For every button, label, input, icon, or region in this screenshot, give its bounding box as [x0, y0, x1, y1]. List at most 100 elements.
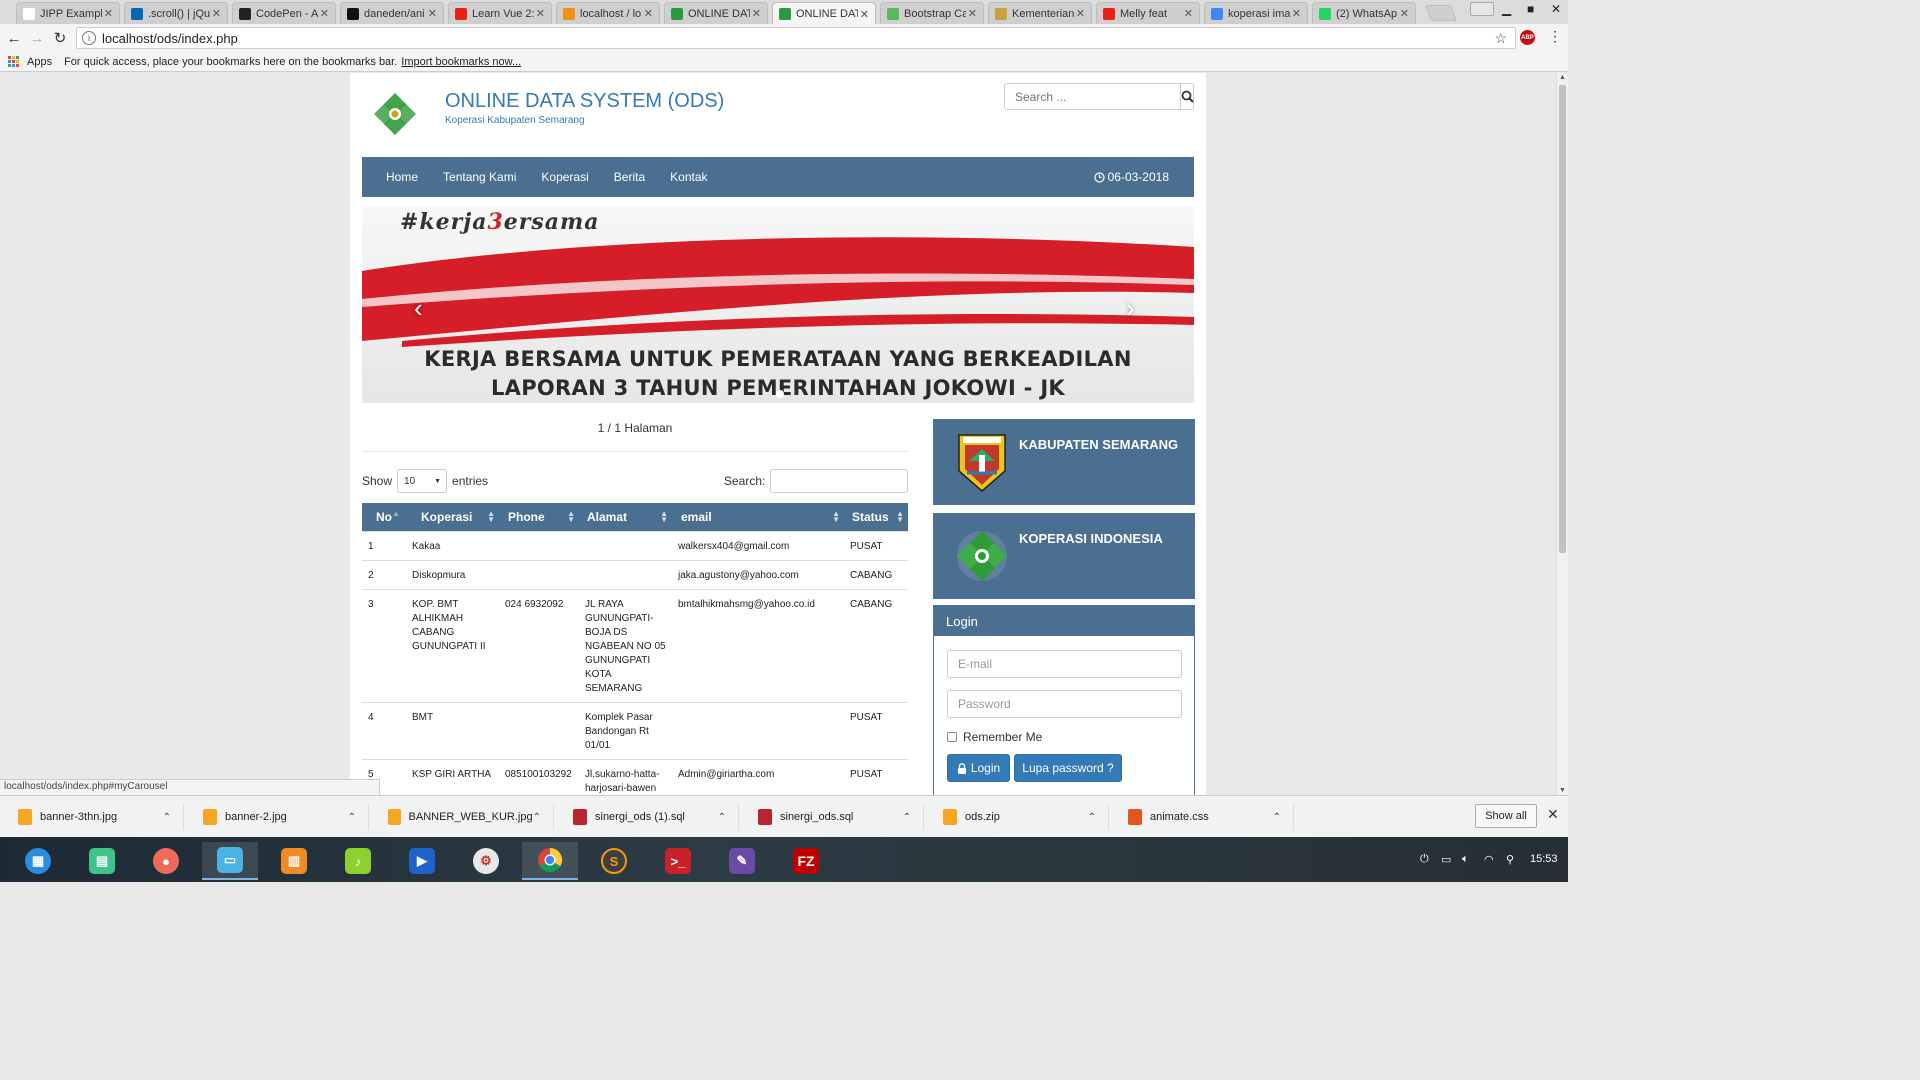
col-alamat[interactable]: Alamat ▲ ▼ — [579, 503, 672, 531]
browser-tab[interactable]: (2) WhatsAp ✕ — [1312, 2, 1416, 24]
carousel-prev-icon[interactable]: ‹ — [414, 293, 423, 324]
tab-close-icon[interactable]: ✕ — [428, 7, 437, 20]
tab-close-icon[interactable]: ✕ — [536, 7, 545, 20]
page-scrollbar[interactable]: ▲ ▼ — [1556, 73, 1568, 795]
apps-shortcut[interactable]: Apps — [27, 56, 52, 68]
scroll-up-icon[interactable]: ▲ — [1559, 74, 1566, 81]
back-icon[interactable]: ← — [4, 28, 24, 48]
email-field[interactable]: E-mail — [947, 650, 1182, 678]
table-search-input[interactable] — [770, 469, 909, 493]
browser-tab[interactable]: Kementerian ✕ — [988, 2, 1092, 24]
info-icon[interactable]: i — [82, 31, 96, 45]
chevron-up-icon[interactable]: ⌃ — [163, 812, 171, 823]
col-phone[interactable]: Phone ▲ ▼ — [499, 503, 579, 531]
download-item[interactable]: banner-2.jpg ⌃ — [185, 804, 369, 830]
import-bookmarks-link[interactable]: Import bookmarks now... — [401, 56, 521, 68]
menu-dots-icon[interactable]: ⋮ — [1548, 28, 1562, 45]
movie-app-icon[interactable]: ▶ — [394, 842, 450, 880]
nav-home[interactable]: Home — [386, 170, 418, 184]
site-search-button[interactable] — [1180, 84, 1194, 109]
tab-close-icon[interactable]: ✕ — [644, 7, 653, 20]
apps-grid-icon[interactable] — [8, 55, 20, 68]
col-email[interactable]: email ▲ ▼ — [672, 503, 844, 531]
browser-tab[interactable]: localhost / lo ✕ — [556, 2, 660, 24]
browser-tab[interactable]: JIPP Example✕ — [16, 2, 120, 24]
close-shelf-icon[interactable]: ✕ — [1547, 806, 1559, 823]
download-item[interactable]: ods.zip ⌃ — [925, 804, 1109, 830]
download-item[interactable]: BANNER_WEB_KUR.jpg ⌃ — [370, 804, 554, 830]
browser-tab[interactable]: ONLINE DAT ✕ — [664, 2, 768, 24]
entries-select[interactable]: 10 ▼ — [397, 469, 448, 493]
browser-tab[interactable]: Bootstrap Ca ✕ — [880, 2, 984, 24]
reload-icon[interactable]: ↻ — [50, 28, 70, 48]
clock-time[interactable]: 15:53 — [1530, 853, 1558, 865]
settings-app-icon[interactable]: ⚙ — [458, 842, 514, 880]
table-row[interactable]: 1 Kakaa walkersx404@gmail.com PUSAT — [362, 530, 908, 560]
forgot-password-button[interactable]: Lupa password ? — [1014, 754, 1122, 782]
browser-tab[interactable]: ONLINE DAT ✕ — [772, 2, 876, 25]
battery-icon[interactable]: ▭ — [1441, 853, 1451, 866]
kabupaten-panel[interactable]: KABUPATEN SEMARANG — [933, 419, 1195, 505]
download-item[interactable]: banner-3thn.jpg ⌃ — [0, 804, 184, 830]
tab-close-icon[interactable]: ✕ — [320, 7, 329, 20]
table-row[interactable]: 5 KSP GIRI ARTHA 085100103292 Jl.sukarno… — [362, 758, 908, 795]
carousel-next-icon[interactable]: › — [1126, 293, 1135, 324]
address-bar[interactable]: i localhost/ods/index.php ☆ — [76, 27, 1516, 49]
table-row[interactable]: 2 Diskopmura jaka.agustony@yahoo.com CAB… — [362, 559, 908, 589]
chevron-up-icon[interactable]: ⌃ — [903, 812, 911, 823]
chevron-up-icon[interactable]: ⌃ — [718, 812, 726, 823]
chrome-app-icon[interactable] — [522, 842, 578, 880]
sublime-app-icon[interactable]: S — [586, 842, 642, 880]
files-app-icon[interactable]: ▤ — [74, 842, 130, 880]
close-window-icon[interactable]: ✕ — [1551, 2, 1561, 16]
store-app-icon[interactable]: ▥ — [266, 842, 322, 880]
show-all-downloads-button[interactable]: Show all — [1475, 804, 1537, 828]
volume-icon[interactable]: 🔈︎ — [1462, 853, 1469, 866]
tab-close-icon[interactable]: ✕ — [1400, 7, 1409, 20]
address-url[interactable]: localhost/ods/index.php — [102, 31, 238, 46]
music-app-icon[interactable]: ♪ — [330, 842, 386, 880]
usb-icon[interactable]: ⚲ — [1506, 853, 1514, 866]
launcher-icon[interactable]: ▦ — [10, 842, 66, 880]
col-koperasi[interactable]: Koperasi ▲ ▼ — [406, 503, 499, 531]
video-app-icon[interactable]: ● — [138, 842, 194, 880]
browser-tab[interactable]: CodePen - Ai ✕ — [232, 2, 336, 24]
browser-tab[interactable]: daneden/ani ✕ — [340, 2, 444, 24]
col-status[interactable]: Status ▲ ▼ — [844, 503, 908, 531]
tab-close-icon[interactable]: ✕ — [968, 7, 977, 20]
maximize-icon[interactable]: ■ — [1527, 2, 1534, 16]
download-item[interactable]: sinergi_ods (1).sql ⌃ — [555, 804, 739, 830]
tab-close-icon[interactable]: ✕ — [1184, 7, 1193, 20]
koperasi-panel[interactable]: KOPERASI INDONESIA — [933, 513, 1195, 599]
table-row[interactable]: 4 BMT Komplek Pasar Bandongan Rt 01/01 P… — [362, 701, 908, 759]
site-title[interactable]: ONLINE DATA SYSTEM (ODS) — [445, 90, 724, 113]
nav-koperasi[interactable]: Koperasi — [541, 170, 588, 184]
bookmark-star-icon[interactable]: ☆ — [1494, 30, 1507, 47]
tab-close-icon[interactable]: ✕ — [1292, 7, 1301, 20]
tab-close-icon[interactable]: ✕ — [212, 7, 221, 20]
nav-berita[interactable]: Berita — [614, 170, 645, 184]
terminal-app-icon[interactable]: >_ — [650, 842, 706, 880]
new-tab-button[interactable] — [1425, 5, 1457, 21]
table-row[interactable]: 3 KOP. BMT ALHIKMAH CABANG GUNUNGPATI II… — [362, 588, 908, 702]
nav-tentang-kami[interactable]: Tentang Kami — [443, 170, 516, 184]
tab-close-icon[interactable]: ✕ — [752, 7, 761, 20]
chevron-up-icon[interactable]: ⌃ — [1088, 812, 1096, 823]
chevron-up-icon[interactable]: ⌃ — [1273, 812, 1281, 823]
nav-kontak[interactable]: Kontak — [670, 170, 707, 184]
download-item[interactable]: sinergi_ods.sql ⌃ — [740, 804, 924, 830]
minimize-icon[interactable]: ▁ — [1502, 2, 1511, 16]
ods-logo[interactable] — [372, 91, 418, 137]
profile-button[interactable] — [1470, 2, 1494, 16]
remember-me[interactable]: Remember Me — [947, 730, 1042, 744]
login-button[interactable]: Login — [947, 754, 1010, 782]
forward-icon[interactable]: → — [27, 28, 47, 48]
site-search-input[interactable] — [1005, 84, 1180, 109]
adblock-icon[interactable]: ABP — [1520, 30, 1535, 45]
download-item[interactable]: animate.css ⌃ — [1110, 804, 1294, 830]
col-no[interactable]: No ▲ — [362, 503, 406, 531]
remember-checkbox[interactable] — [947, 732, 957, 742]
browser-tab[interactable]: Learn Vue 2: ✕ — [448, 2, 552, 24]
wifi-icon[interactable]: ◠ — [1484, 853, 1494, 866]
tab-close-icon[interactable]: ✕ — [1076, 7, 1085, 20]
